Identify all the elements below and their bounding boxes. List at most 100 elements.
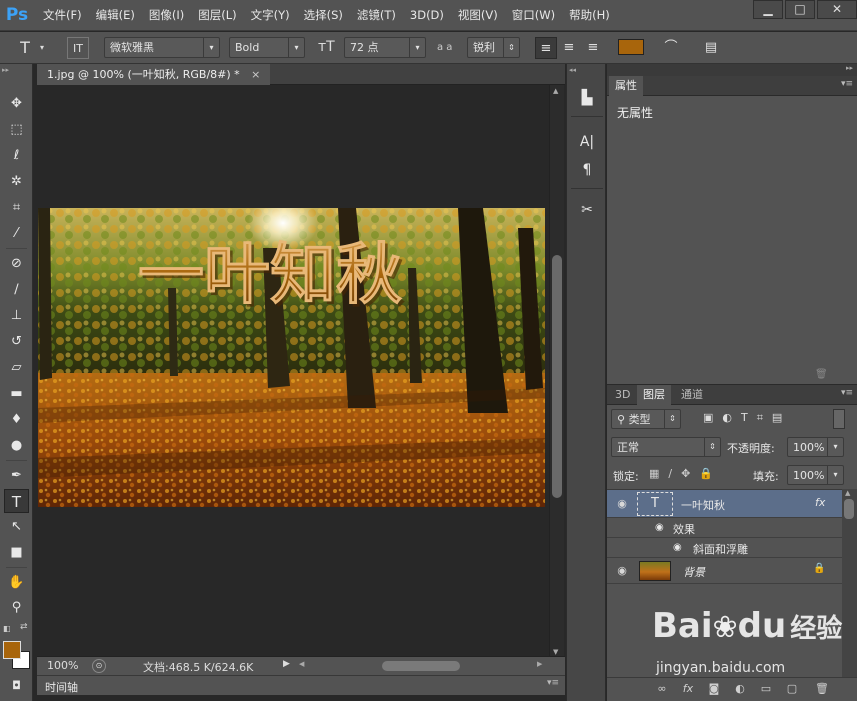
collapse-icon[interactable]: ▸▸ [2, 66, 9, 74]
lock-icons[interactable]: ▦∕✥🔒 [649, 467, 722, 480]
menu-item-1[interactable]: 编辑(E) [89, 0, 142, 31]
type-tool-preset-icon[interactable]: T [14, 37, 36, 59]
status-menu-icon[interactable]: ⊙ [92, 659, 106, 673]
text-color-swatch[interactable] [618, 39, 644, 55]
panel-menu-icon[interactable]: ▾≡ [841, 79, 853, 89]
tab-channels[interactable]: 通道 [675, 385, 709, 405]
maximize-button[interactable]: □ [785, 0, 815, 19]
fx-icon[interactable]: fx [679, 680, 697, 698]
quick-mask-icon[interactable]: ◘ [4, 674, 29, 698]
new-layer-icon[interactable]: ▢ [783, 680, 801, 698]
eye-icon[interactable]: ◉ [615, 497, 629, 510]
eraser-tool-icon[interactable]: ▱ [4, 356, 29, 380]
eye-icon[interactable]: ◉ [615, 564, 629, 577]
zoom-tool-icon[interactable]: ⚲ [4, 596, 29, 620]
adjustment-icon[interactable]: ◐ [731, 680, 749, 698]
clone-stamp-tool-icon[interactable]: ⊥ [4, 304, 29, 328]
toggle-orientation-icon[interactable]: IT [67, 37, 89, 59]
brush-tool-icon[interactable]: ∕ [4, 278, 29, 302]
marquee-tool-icon[interactable]: ⬚ [4, 118, 29, 142]
opacity-input[interactable]: 100% ▾ [787, 437, 844, 457]
zoom-level[interactable]: 100% [47, 659, 78, 672]
panel-menu-icon[interactable]: ▾≡ [841, 388, 853, 398]
magic-wand-tool-icon[interactable]: ✲ [4, 170, 29, 194]
layer-row-text[interactable]: ◉ T 一叶知秋 fx [607, 490, 843, 518]
document-tab[interactable]: 1.jpg @ 100% (一叶知秋, RGB/8#) * × [37, 64, 271, 85]
layer-name[interactable]: 一叶知秋 [681, 497, 725, 513]
type-tool-icon[interactable]: T [4, 489, 29, 513]
align-left-icon[interactable]: ≡ [535, 37, 557, 59]
character-panel-icon[interactable]: ▤ [700, 37, 722, 59]
menu-item-4[interactable]: 文字(Y) [244, 0, 297, 31]
eyedropper-tool-icon[interactable]: ⁄ [4, 222, 29, 246]
menu-item-0[interactable]: 文件(F) [36, 0, 89, 31]
layer-effects-row[interactable]: ◉ 效果 [607, 518, 843, 538]
layer-row-background[interactable]: ◉ 背景 🔒 [607, 558, 843, 584]
layer-effect-row[interactable]: ◉ 斜面和浮雕 [607, 538, 843, 558]
menu-item-3[interactable]: 图层(L) [191, 0, 243, 31]
layer-name[interactable]: 背景 [683, 564, 705, 580]
menu-item-6[interactable]: 滤镜(T) [350, 0, 403, 31]
expand-icon[interactable]: ▸▸ [846, 64, 853, 72]
document-canvas[interactable]: 一叶知秋 一叶知秋 [38, 208, 545, 507]
folder-icon[interactable]: ▭ [757, 680, 775, 698]
close-button[interactable]: ✕ [817, 0, 857, 19]
warp-text-icon[interactable]: ⌒ [660, 37, 682, 59]
scroll-up-icon[interactable]: ▲ [553, 87, 558, 95]
trash-icon[interactable]: 🗑 [813, 680, 831, 698]
history-brush-tool-icon[interactable]: ↺ [4, 330, 29, 354]
foreground-color-swatch[interactable] [3, 641, 21, 659]
swap-colors-icon[interactable]: ⇄ [20, 622, 28, 632]
menu-item-2[interactable]: 图像(I) [142, 0, 191, 31]
status-arrow-icon[interactable]: ▶ [283, 659, 290, 669]
gradient-tool-icon[interactable]: ▬ [4, 382, 29, 406]
align-right-icon[interactable]: ≡ [582, 37, 604, 59]
vertical-scrollbar[interactable]: ▲ ▼ [549, 85, 564, 658]
blur-tool-icon[interactable]: ♦ [4, 408, 29, 432]
trash-icon[interactable]: 🗑 [815, 369, 828, 380]
menu-item-8[interactable]: 视图(V) [451, 0, 505, 31]
collapse-icon[interactable]: ◂◂ [569, 66, 576, 74]
menu-item-7[interactable]: 3D(D) [403, 0, 451, 31]
move-tool-icon[interactable]: ✥ [4, 92, 29, 116]
scroll-down-icon[interactable]: ▼ [553, 648, 558, 656]
character-panel-icon[interactable]: A| [575, 130, 599, 154]
horizontal-scroll-thumb[interactable] [382, 661, 460, 671]
layers-scroll-thumb[interactable] [844, 499, 854, 519]
minimize-button[interactable]: ▁ [753, 0, 783, 19]
preset-dropdown-icon[interactable]: ▾ [40, 37, 50, 58]
font-size-select[interactable]: 72 点 ▾ [344, 37, 426, 58]
tab-properties[interactable]: 属性 [609, 76, 643, 96]
crop-tool-icon[interactable]: ⌗ [4, 196, 29, 220]
default-colors-icon[interactable]: ◧ [3, 624, 11, 633]
timeline-label[interactable]: 时间轴 [45, 679, 78, 695]
blend-mode-select[interactable]: 正常 ⇕ [611, 437, 721, 457]
vertical-scroll-thumb[interactable] [552, 255, 562, 498]
eye-icon[interactable]: ◉ [673, 542, 682, 553]
tool-presets-icon[interactable]: ✂ [575, 198, 599, 222]
panel-menu-icon[interactable]: ▾≡ [547, 678, 559, 688]
layer-filter-select[interactable]: ⚲ 类型 ⇕ [611, 409, 681, 429]
canvas-text-layer[interactable]: 一叶知秋 [138, 236, 403, 314]
menu-item-9[interactable]: 窗口(W) [505, 0, 562, 31]
scroll-right-icon[interactable]: ▶ [537, 660, 542, 668]
lasso-tool-icon[interactable]: ℓ [4, 144, 29, 168]
scroll-left-icon[interactable]: ◀ [299, 660, 304, 668]
tab-layers[interactable]: 图层 [637, 385, 671, 405]
path-selection-tool-icon[interactable]: ↖ [4, 515, 29, 539]
hand-tool-icon[interactable]: ✋ [4, 571, 29, 595]
link-icon[interactable]: ∞ [653, 680, 671, 698]
history-panel-icon[interactable]: ▙ [575, 86, 599, 110]
align-center-icon[interactable]: ≡ [558, 37, 580, 59]
pen-tool-icon[interactable]: ✒ [4, 464, 29, 488]
tab-3d[interactable]: 3D [609, 385, 636, 405]
font-style-select[interactable]: Bold ▾ [229, 37, 305, 58]
healing-brush-tool-icon[interactable]: ⊘ [4, 252, 29, 276]
antialias-select[interactable]: 锐利 ⇕ [467, 37, 520, 58]
close-tab-icon[interactable]: × [251, 68, 260, 81]
layer-filter-icons[interactable]: ▣◐T⌗▤ [703, 411, 791, 425]
paragraph-panel-icon[interactable]: ¶ [575, 158, 599, 182]
mask-icon[interactable]: ◙ [705, 680, 723, 698]
fill-input[interactable]: 100% ▾ [787, 465, 844, 485]
rectangle-tool-icon[interactable]: ■ [4, 541, 29, 565]
